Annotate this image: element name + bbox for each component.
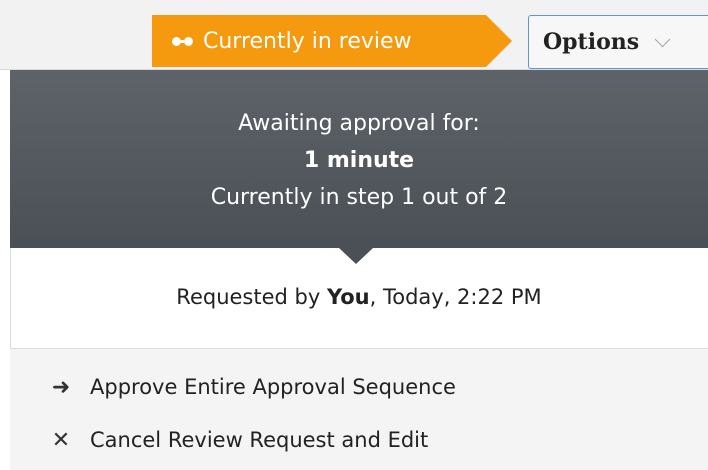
approval-status-panel: Awaiting approval for: 1 minute Currentl… <box>10 70 708 248</box>
options-button[interactable]: Options <box>528 15 708 69</box>
arrow-right-icon: ➜ <box>51 374 71 400</box>
review-status-label: Currently in review <box>203 28 412 54</box>
request-time: , Today, 2:22 PM <box>369 285 542 309</box>
cancel-review-action[interactable]: ✕ Cancel Review Request and Edit <box>50 423 428 457</box>
current-step-text: Currently in step 1 out of 2 <box>210 185 508 210</box>
awaiting-approval-label: Awaiting approval for: <box>238 111 480 136</box>
panel-pointer <box>339 248 373 264</box>
requested-by-prefix: Requested by <box>176 285 327 309</box>
cancel-review-label: Cancel Review Request and Edit <box>90 428 429 452</box>
glasses-icon <box>172 36 193 46</box>
top-bar: Currently in review Options <box>0 0 708 70</box>
requester-name: You <box>326 285 370 309</box>
x-icon: ✕ <box>51 427 71 453</box>
approve-sequence-label: Approve Entire Approval Sequence <box>90 375 456 399</box>
approve-sequence-action[interactable]: ➜ Approve Entire Approval Sequence <box>50 370 456 404</box>
requested-by-text: Requested by You, Today, 2:22 PM <box>10 285 708 309</box>
awaiting-duration: 1 minute <box>303 148 415 173</box>
actions-menu: ➜ Approve Entire Approval Sequence ✕ Can… <box>10 349 708 470</box>
options-label: Options <box>543 29 640 55</box>
review-status-badge[interactable]: Currently in review <box>152 15 512 67</box>
chevron-down-icon <box>654 31 671 47</box>
